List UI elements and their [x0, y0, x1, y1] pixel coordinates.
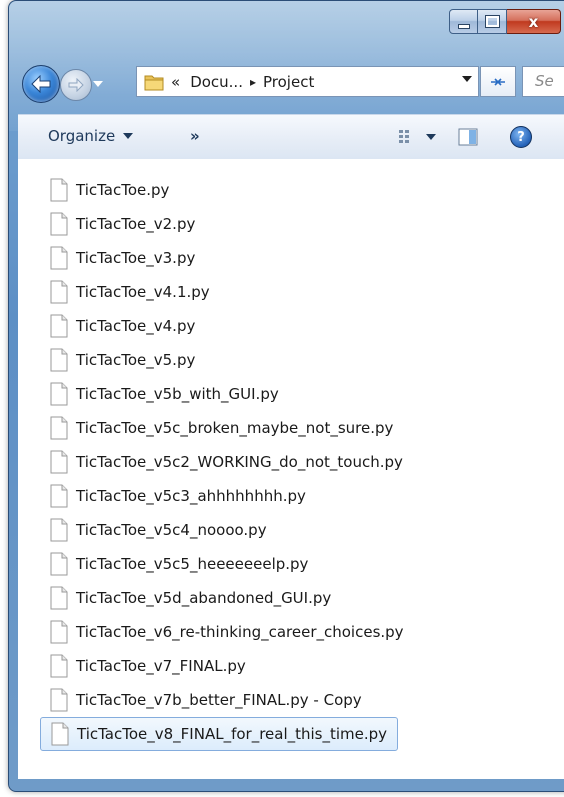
- document-icon: [50, 348, 68, 372]
- command-bar: Organize » ?: [18, 114, 564, 160]
- chevron-down-icon: [93, 81, 103, 87]
- minimize-icon: [457, 23, 470, 29]
- views-button[interactable]: [398, 129, 436, 145]
- file-name: TicTacToe_v2.py: [76, 215, 196, 233]
- file-item-selected[interactable]: TicTacToe_v8_FINAL_for_real_this_time.py: [40, 717, 399, 751]
- file-item[interactable]: TicTacToe_v5d_abandoned_GUI.py: [50, 581, 408, 615]
- breadcrumb-project[interactable]: Project: [263, 73, 314, 91]
- caption-buttons: x: [449, 9, 561, 34]
- file-list: TicTacToe.py TicTacToe_v2.py TicTacToe_v3.…: [40, 173, 408, 751]
- chevron-down-icon: [426, 134, 436, 140]
- file-name: TicTacToe_v7b_better_FINAL.py - Copy: [76, 691, 362, 709]
- breadcrumb-separator[interactable]: ▸: [250, 75, 256, 89]
- file-name: TicTacToe_v4.1.py: [76, 283, 210, 301]
- file-name: TicTacToe_v5c_broken_maybe_not_sure.py: [76, 419, 394, 437]
- file-item[interactable]: TicTacToe_v5c4_noooo.py: [50, 513, 408, 547]
- document-icon: [50, 382, 68, 406]
- file-name: TicTacToe_v5d_abandoned_GUI.py: [76, 589, 332, 607]
- file-item[interactable]: TicTacToe_v5c_broken_maybe_not_sure.py: [50, 411, 408, 445]
- document-icon: [50, 552, 68, 576]
- file-item[interactable]: TicTacToe_v7b_better_FINAL.py - Copy: [50, 683, 408, 717]
- document-icon: [50, 484, 68, 508]
- search-input[interactable]: Se: [522, 66, 564, 97]
- file-item[interactable]: TicTacToe_v7_FINAL.py: [50, 649, 408, 683]
- document-icon: [50, 314, 68, 338]
- folder-icon: [144, 75, 164, 90]
- back-button[interactable]: [22, 65, 60, 103]
- file-item[interactable]: TicTacToe_v5c3_ahhhhhhhh.py: [50, 479, 408, 513]
- maximize-icon: [484, 15, 500, 28]
- document-icon: [50, 178, 68, 202]
- file-name: TicTacToe_v5c3_ahhhhhhhh.py: [76, 487, 306, 505]
- document-icon: [50, 620, 68, 644]
- forward-arrow-icon: [68, 78, 84, 92]
- document-icon: [51, 722, 69, 746]
- document-icon: [50, 688, 68, 712]
- file-name: TicTacToe_v5c5_heeeeeeelp.py: [76, 555, 309, 573]
- file-name: TicTacToe_v4.py: [76, 317, 196, 335]
- more-commands-button[interactable]: »: [190, 127, 200, 145]
- close-icon: x: [528, 12, 539, 31]
- forward-button[interactable]: [60, 69, 92, 101]
- breadcrumb-documents[interactable]: Docu...: [190, 73, 243, 91]
- file-item[interactable]: TicTacToe_v6_re-thinking_career_choices.…: [50, 615, 408, 649]
- file-list-pane: TicTacToe.py TicTacToe_v2.py TicTacToe_v3.…: [18, 159, 564, 779]
- refresh-button[interactable]: [480, 66, 516, 97]
- preview-pane-button[interactable]: [458, 128, 478, 150]
- refresh-icon: [491, 77, 505, 86]
- document-icon: [50, 246, 68, 270]
- address-dropdown-icon[interactable]: [462, 76, 472, 82]
- organize-button[interactable]: Organize: [48, 127, 134, 145]
- file-name: TicTacToe_v3.py: [76, 249, 196, 267]
- document-icon: [50, 280, 68, 304]
- file-item[interactable]: TicTacToe_v5c5_heeeeeeelp.py: [50, 547, 408, 581]
- file-item[interactable]: TicTacToe_v5c2_WORKING_do_not_touch.py: [50, 445, 408, 479]
- file-name: TicTacToe_v7_FINAL.py: [76, 657, 246, 675]
- file-item[interactable]: TicTacToe_v4.1.py: [50, 275, 408, 309]
- address-bar[interactable]: « Docu... ▸ Project: [136, 66, 479, 97]
- document-icon: [50, 654, 68, 678]
- breadcrumb-overflow[interactable]: «: [171, 73, 180, 91]
- file-item[interactable]: TicTacToe_v5b_with_GUI.py: [50, 377, 408, 411]
- document-icon: [50, 518, 68, 542]
- file-item[interactable]: TicTacToe_v4.py: [50, 309, 408, 343]
- file-item[interactable]: TicTacToe_v5.py: [50, 343, 408, 377]
- file-name: TicTacToe_v5c2_WORKING_do_not_touch.py: [76, 453, 403, 471]
- file-item[interactable]: TicTacToe_v3.py: [50, 241, 408, 275]
- views-icon: [399, 130, 409, 143]
- file-item[interactable]: TicTacToe_v2.py: [50, 207, 408, 241]
- document-icon: [50, 212, 68, 236]
- preview-pane-icon: [458, 128, 478, 146]
- file-name: TicTacToe_v5c4_noooo.py: [76, 521, 267, 539]
- organize-label: Organize: [48, 127, 116, 145]
- file-name: TicTacToe_v5b_with_GUI.py: [76, 385, 279, 403]
- recent-pages-dropdown[interactable]: [92, 78, 104, 90]
- file-item[interactable]: TicTacToe.py: [50, 173, 408, 207]
- document-icon: [50, 586, 68, 610]
- file-name: TicTacToe_v8_FINAL_for_real_this_time.py: [77, 725, 388, 743]
- back-arrow-icon: [31, 75, 51, 93]
- help-icon: ?: [517, 129, 525, 145]
- file-name: TicTacToe.py: [76, 181, 170, 199]
- file-name: TicTacToe_v5.py: [76, 351, 196, 369]
- chevron-down-icon: [123, 133, 134, 139]
- help-button[interactable]: ?: [510, 126, 532, 148]
- document-icon: [50, 450, 68, 474]
- minimize-button[interactable]: [449, 9, 478, 34]
- maximize-button[interactable]: [478, 9, 507, 34]
- close-button[interactable]: x: [507, 9, 561, 34]
- document-icon: [50, 416, 68, 440]
- file-name: TicTacToe_v6_re-thinking_career_choices.…: [76, 623, 404, 641]
